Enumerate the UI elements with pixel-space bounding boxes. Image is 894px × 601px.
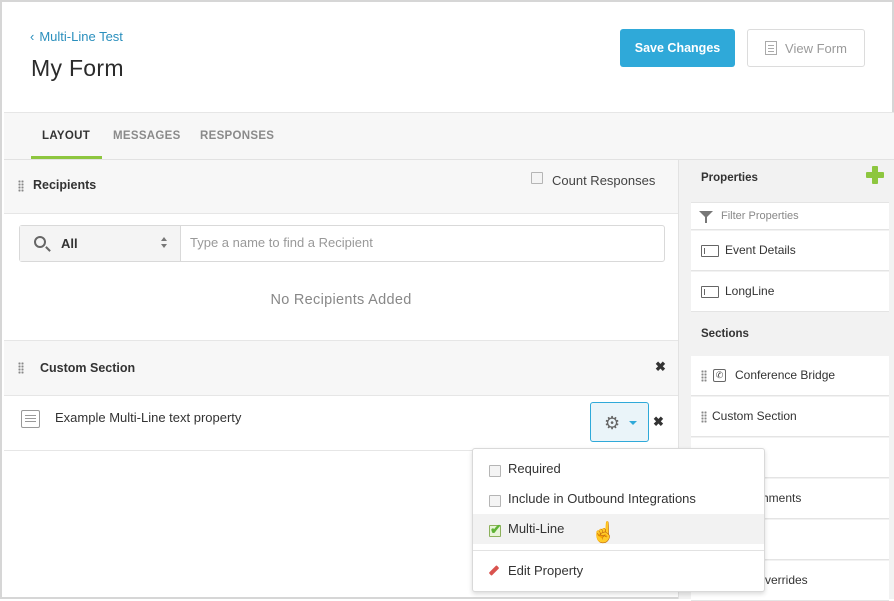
- filter-properties-input[interactable]: Filter Properties: [691, 202, 889, 230]
- remove-property-icon[interactable]: ✖: [653, 414, 664, 430]
- property-settings-button[interactable]: ⚙: [590, 402, 649, 442]
- select-arrows-icon: [161, 237, 168, 249]
- properties-heading: Properties: [701, 172, 758, 184]
- drag-handle-icon: [701, 411, 707, 423]
- field-icon: [701, 245, 719, 257]
- drag-handle-icon: [701, 370, 707, 382]
- menu-divider: [473, 550, 764, 551]
- filter-icon: [699, 211, 713, 223]
- menu-item-edit-property[interactable]: Edit Property: [473, 556, 764, 586]
- back-link[interactable]: ‹ Multi-Line Test: [30, 29, 123, 44]
- recipient-search: All Type a name to find a Recipient: [19, 225, 665, 262]
- view-form-label: View Form: [785, 40, 847, 56]
- section-item-label: hments: [762, 491, 802, 505]
- search-icon: [34, 236, 46, 248]
- count-responses-label: Count Responses: [552, 173, 656, 188]
- save-changes-button[interactable]: Save Changes: [620, 29, 735, 67]
- remove-section-icon[interactable]: ✖: [655, 359, 666, 375]
- required-label: Required: [508, 461, 561, 476]
- pencil-icon: [488, 565, 500, 577]
- field-icon: [701, 286, 719, 298]
- outbound-label: Include in Outbound Integrations: [508, 491, 696, 506]
- page-title: My Form: [31, 55, 124, 81]
- section-item-label: Conference Bridge: [735, 368, 836, 382]
- tab-responses[interactable]: RESPONSES: [200, 130, 274, 142]
- drag-handle-icon[interactable]: [18, 362, 24, 374]
- back-link-label: Multi-Line Test: [39, 29, 123, 44]
- checkmark-icon: ✔: [490, 521, 502, 537]
- section-item-label: verrides: [765, 573, 808, 587]
- caret-down-icon: [629, 421, 637, 425]
- chevron-left-icon: ‹: [30, 29, 35, 44]
- menu-item-required[interactable]: Required: [473, 454, 764, 484]
- count-responses-checkbox[interactable]: [531, 172, 543, 184]
- section-item[interactable]: Custom Section: [691, 397, 889, 437]
- recipient-search-input[interactable]: Type a name to find a Recipient: [190, 235, 373, 250]
- form-icon: [765, 41, 778, 55]
- recipient-filter-select[interactable]: All: [20, 226, 181, 261]
- tab-messages[interactable]: MESSAGES: [113, 130, 181, 142]
- custom-section-title: Custom Section: [40, 361, 136, 375]
- sections-heading: Sections: [701, 328, 749, 340]
- filter-placeholder: Filter Properties: [721, 210, 799, 222]
- required-checkbox[interactable]: [489, 465, 501, 477]
- tab-bar: LAYOUT MESSAGES RESPONSES: [4, 112, 894, 160]
- property-item-label: Event Details: [725, 243, 796, 257]
- tab-layout[interactable]: LAYOUT: [42, 130, 90, 142]
- custom-section-header: Custom Section ✖: [4, 340, 678, 396]
- section-item[interactable]: ✆ Conference Bridge: [691, 356, 889, 396]
- menu-item-outbound[interactable]: Include in Outbound Integrations: [473, 484, 764, 514]
- recipient-filter-value: All: [61, 236, 78, 251]
- drag-handle-icon[interactable]: [18, 180, 24, 192]
- add-property-icon[interactable]: [866, 166, 884, 184]
- no-recipients-message: No Recipients Added: [270, 292, 412, 308]
- property-item[interactable]: Event Details: [691, 231, 889, 271]
- menu-item-multi-line[interactable]: Multi-Line: [473, 514, 764, 544]
- phone-icon: ✆: [713, 369, 726, 382]
- outbound-checkbox[interactable]: [489, 495, 501, 507]
- property-row: Example Multi-Line text property ⚙ ✖: [4, 396, 678, 451]
- multi-line-label: Multi-Line: [508, 521, 565, 536]
- view-form-button[interactable]: View Form: [747, 29, 865, 67]
- recipients-title: Recipients: [33, 178, 97, 192]
- property-item-label: LongLine: [725, 284, 775, 298]
- property-settings-menu: Required Include in Outbound Integration…: [472, 448, 765, 592]
- section-item-label: Custom Section: [712, 409, 797, 423]
- text-property-icon: [21, 410, 40, 428]
- property-label: Example Multi-Line text property: [55, 410, 242, 425]
- hand-cursor-icon: ☝: [591, 522, 616, 544]
- app-window: ‹ Multi-Line Test My Form Save Changes Vi…: [0, 0, 894, 601]
- property-item[interactable]: LongLine: [691, 272, 889, 312]
- active-tab-indicator: [31, 156, 102, 159]
- gear-icon: ⚙: [604, 413, 621, 433]
- edit-property-label: Edit Property: [508, 563, 584, 578]
